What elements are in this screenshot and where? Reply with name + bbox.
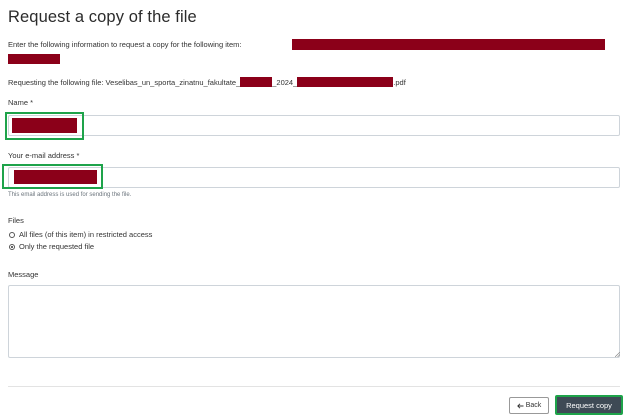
request-copy-button[interactable]: Request copy (555, 395, 623, 415)
name-highlight (5, 112, 84, 140)
intro-text: Enter the following information to reque… (8, 40, 242, 49)
radio-requested-file[interactable]: Only the requested file (9, 242, 94, 251)
radio-icon-unchecked[interactable] (9, 231, 15, 238)
request-copy-label: Request copy (566, 400, 612, 410)
requested-file-line: Requesting the following file: Veselibas… (8, 77, 406, 88)
message-label: Message (8, 270, 39, 279)
name-input[interactable] (8, 115, 620, 136)
file-middle: _2024_ (272, 77, 298, 87)
resize-handle-icon[interactable] (615, 352, 620, 357)
divider (8, 386, 620, 387)
redacted-file-part-1 (240, 77, 273, 88)
file-suffix: .pdf (393, 77, 406, 87)
email-hint: This email address is used for sending t… (8, 192, 132, 198)
arrow-left-icon (516, 402, 524, 409)
redacted-item-title-1 (292, 39, 605, 50)
radio-requested-file-label: Only the requested file (19, 242, 95, 251)
email-label: Your e-mail address * (8, 151, 80, 160)
back-button[interactable]: Back (509, 397, 549, 414)
name-label: Name * (8, 98, 34, 107)
message-textarea[interactable] (8, 285, 620, 358)
email-highlight (2, 164, 103, 189)
file-prefix: Requesting the following file: Veselibas… (8, 77, 241, 87)
redacted-item-title-2 (8, 54, 60, 64)
page-title: Request a copy of the file (8, 8, 197, 26)
back-button-label: Back (525, 402, 542, 409)
radio-all-files-label: All files (of this item) in restricted a… (19, 230, 153, 239)
files-label: Files (8, 216, 24, 225)
radio-icon-checked[interactable] (9, 243, 15, 250)
radio-all-files[interactable]: All files (of this item) in restricted a… (9, 230, 152, 239)
redacted-file-part-2 (297, 77, 394, 88)
